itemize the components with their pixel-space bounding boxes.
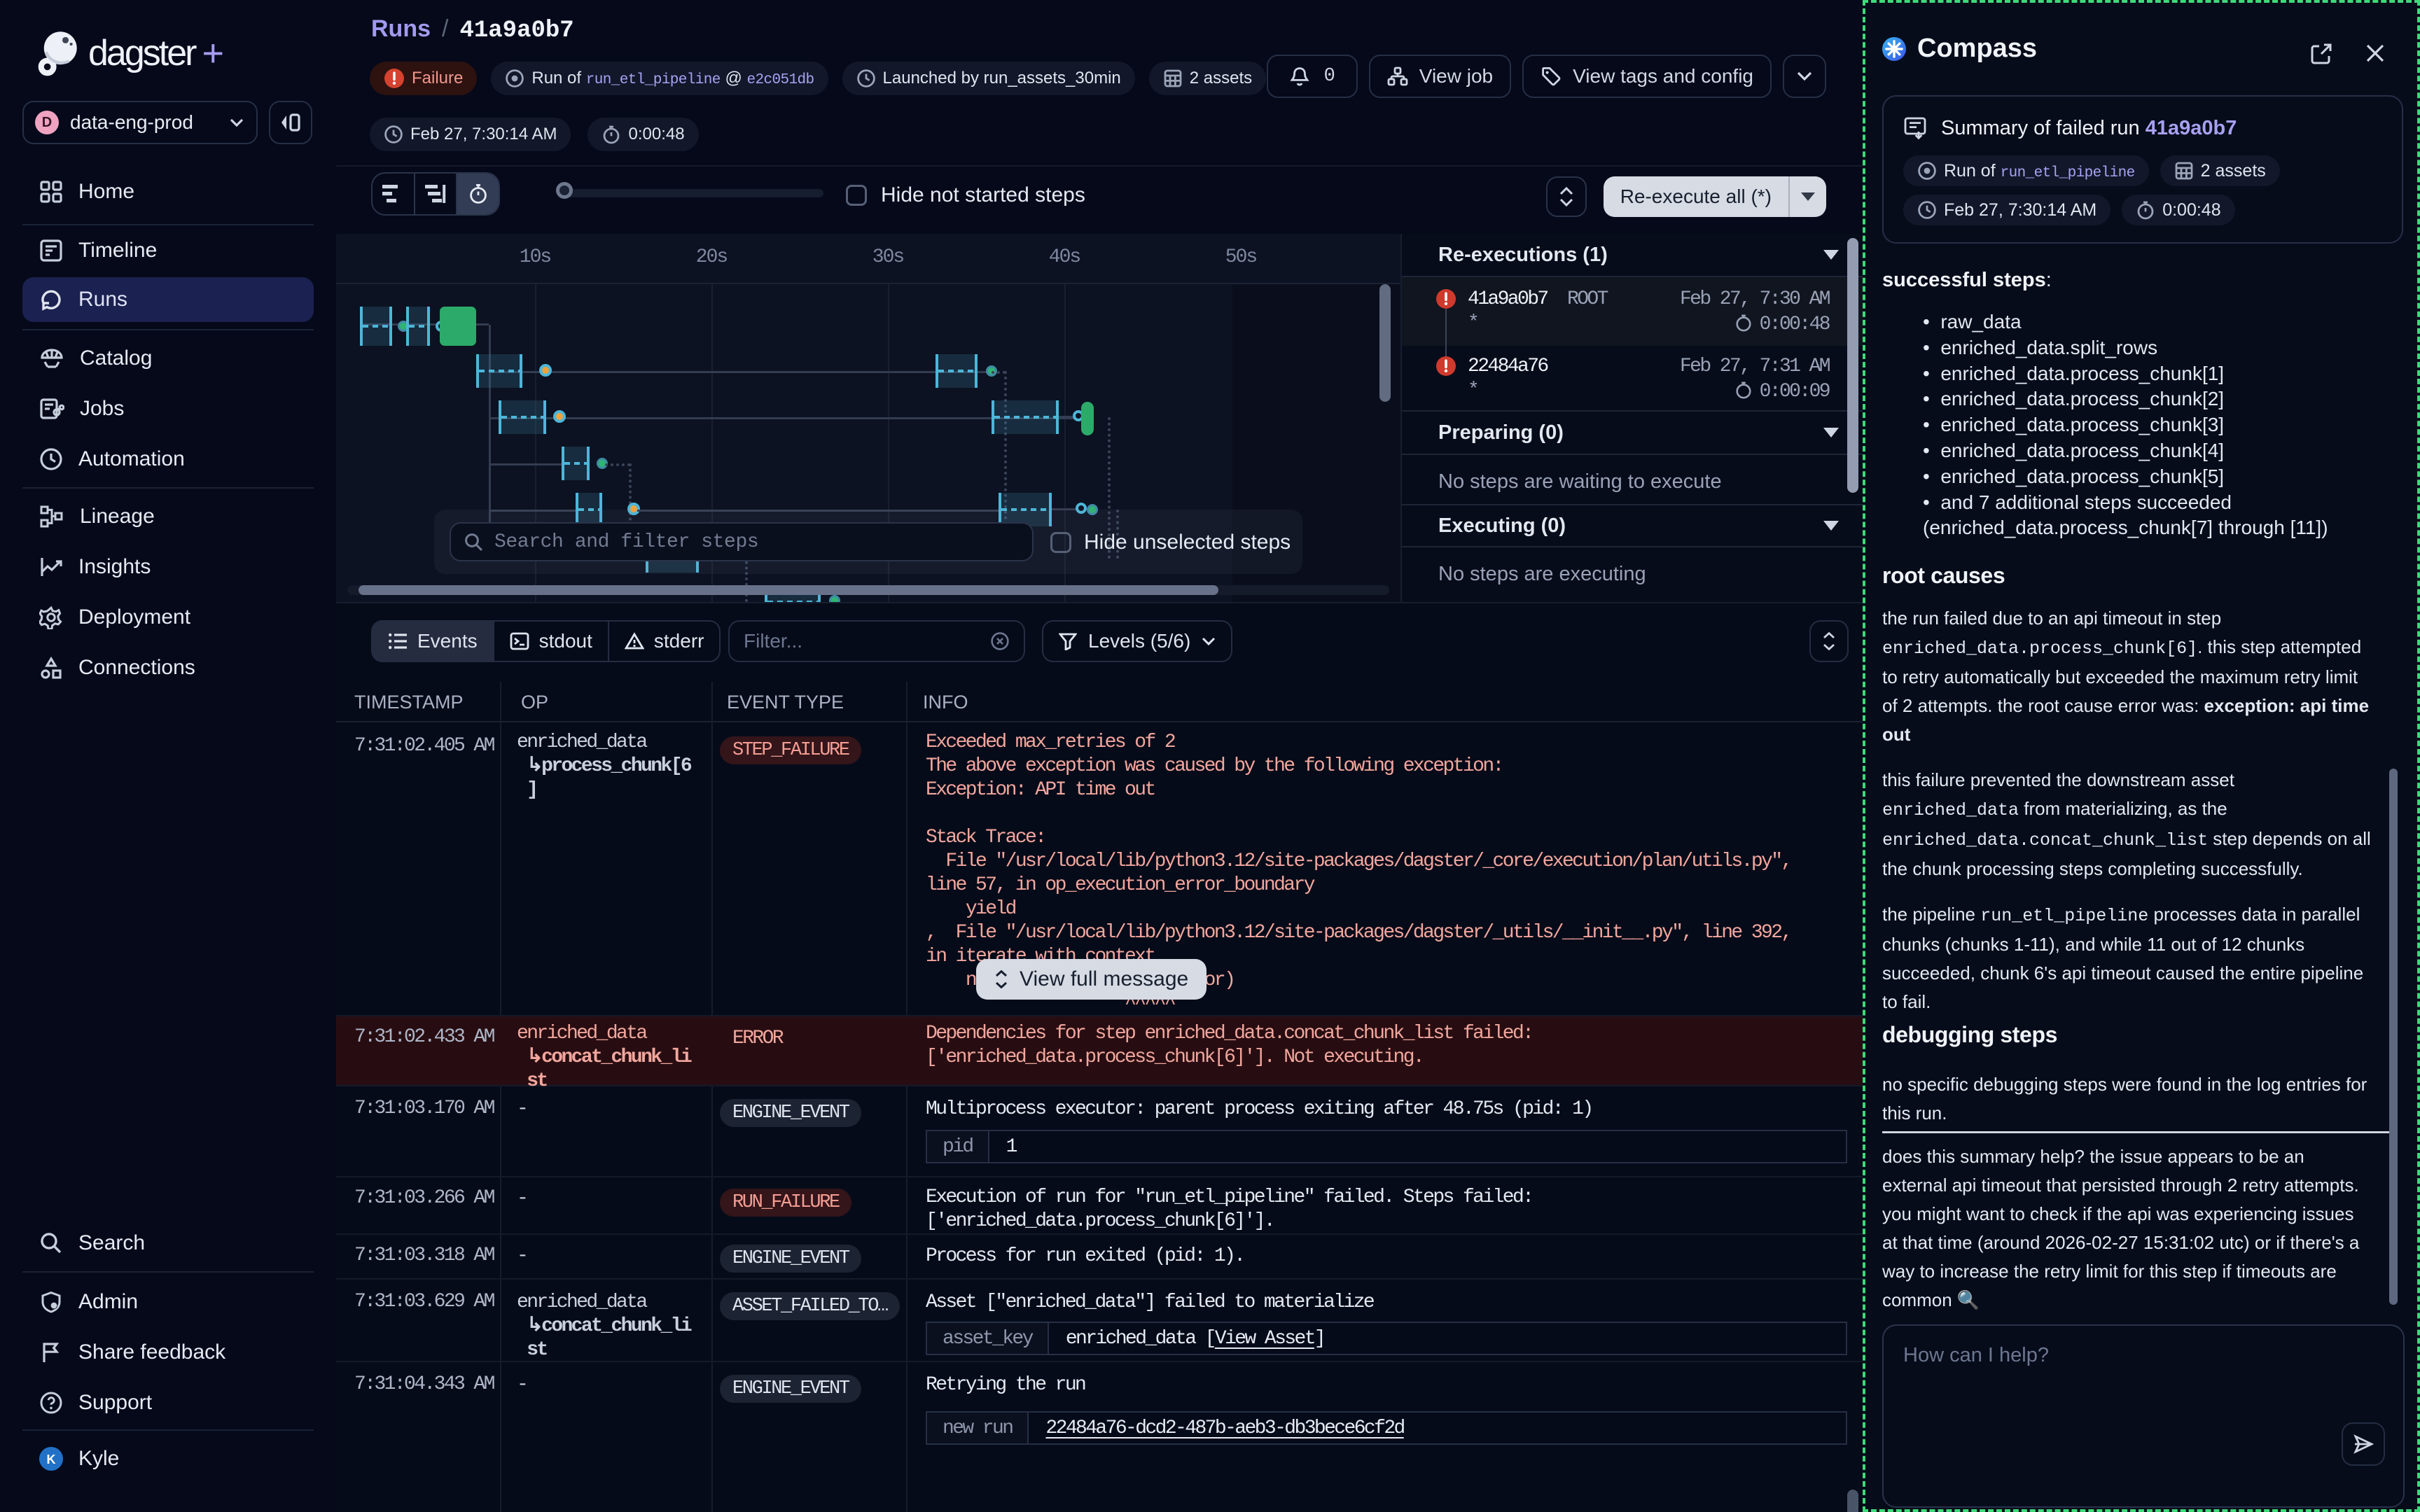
svg-text:K: K xyxy=(47,1452,56,1466)
